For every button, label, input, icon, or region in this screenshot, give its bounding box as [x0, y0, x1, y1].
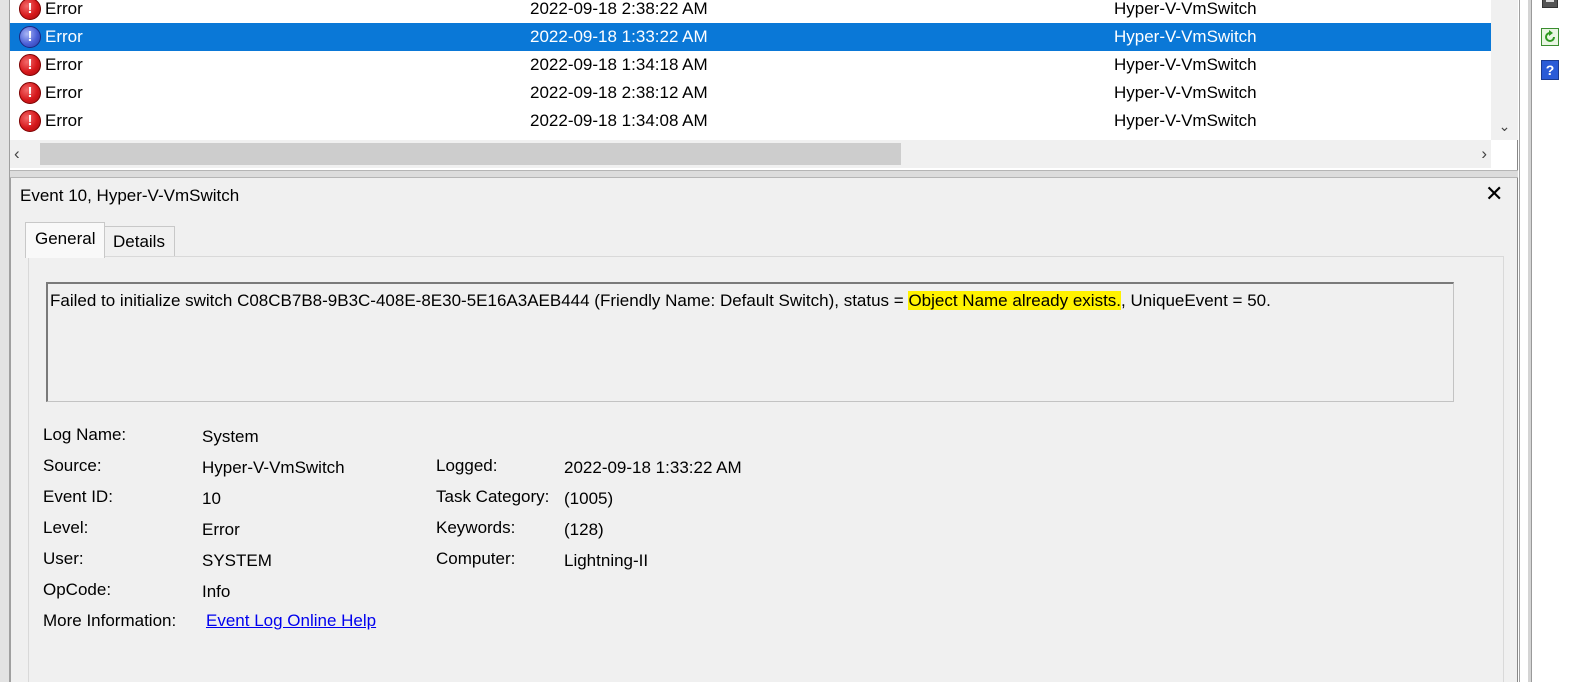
task-category-value: (1005) — [564, 489, 614, 508]
description-highlight: Object Name already exists. — [908, 291, 1122, 310]
event-id-label: Event ID: — [43, 487, 113, 506]
help-icon[interactable]: ? — [1541, 60, 1559, 80]
logged-label: Logged: — [436, 456, 498, 475]
event-source: Hyper-V-VmSwitch — [1114, 111, 1257, 130]
event-date: 2022-09-18 2:38:22 AM — [530, 0, 708, 18]
log-name-value: System — [202, 427, 259, 446]
actions-panel: ? — [1519, 0, 1585, 682]
user-value: SYSTEM — [202, 551, 272, 570]
event-level: Error — [45, 27, 83, 46]
opcode-value: Info — [202, 582, 231, 601]
event-level: Error — [45, 0, 83, 18]
tab-details[interactable]: Details — [103, 226, 175, 256]
pane-splitter[interactable] — [10, 170, 1518, 178]
event-row[interactable]: ! Error 2022-09-18 1:34:08 AM Hyper-V-Vm… — [10, 107, 1491, 135]
scroll-thumb[interactable] — [40, 143, 901, 165]
window-left-border — [0, 0, 10, 682]
actions-panel-border — [1528, 0, 1532, 682]
tab-general[interactable]: General — [25, 222, 106, 258]
more-info-label: More Information: — [43, 611, 177, 630]
event-date: 2022-09-18 1:34:08 AM — [530, 111, 708, 130]
error-icon: ! — [19, 0, 41, 20]
scroll-right-icon[interactable]: › — [1465, 140, 1487, 168]
computer-value: Lightning-II — [564, 551, 649, 570]
general-tab-body: Failed to initialize switch C08CB7B8-9B3… — [28, 256, 1504, 682]
event-level: Error — [45, 55, 83, 74]
level-value: Error — [202, 520, 240, 539]
event-list[interactable]: ! Error 2022-09-18 2:38:22 AM Hyper-V-Vm… — [10, 0, 1518, 170]
event-source: Hyper-V-VmSwitch — [1114, 27, 1257, 46]
task-category-label: Task Category: — [436, 487, 550, 506]
event-log-help-link[interactable]: Event Log Online Help — [206, 611, 376, 631]
logged-value: 2022-09-18 1:33:22 AM — [564, 458, 742, 477]
error-icon: ! — [19, 54, 41, 76]
event-source: Hyper-V-VmSwitch — [1114, 83, 1257, 102]
event-source: Hyper-V-VmSwitch — [1114, 55, 1257, 74]
detail-title: Event 10, Hyper-V-VmSwitch — [20, 186, 240, 205]
error-icon: ! — [19, 110, 41, 132]
event-level: Error — [45, 111, 83, 130]
opcode-label: OpCode: — [43, 580, 112, 599]
event-source: Hyper-V-VmSwitch — [1114, 0, 1257, 18]
source-value: Hyper-V-VmSwitch — [202, 458, 345, 477]
source-label: Source: — [43, 456, 102, 475]
event-row[interactable]: ! Error 2022-09-18 2:38:12 AM Hyper-V-Vm… — [10, 79, 1491, 107]
event-description[interactable]: Failed to initialize switch C08CB7B8-9B3… — [46, 282, 1454, 402]
close-icon[interactable]: ✕ — [1485, 182, 1503, 206]
event-id-value: 10 — [202, 489, 221, 508]
chevron-down-icon[interactable]: ⌄ — [1491, 118, 1518, 138]
vertical-scrollbar[interactable]: ⌄ — [1491, 0, 1518, 140]
error-icon: ! — [19, 82, 41, 104]
log-name-label: Log Name: — [43, 425, 127, 444]
computer-label: Computer: — [436, 549, 516, 568]
event-date: 2022-09-18 2:38:12 AM — [530, 83, 708, 102]
keywords-value: (128) — [564, 520, 604, 539]
event-detail-pane: Event 10, Hyper-V-VmSwitch ✕ General Det… — [10, 178, 1518, 682]
horizontal-scrollbar[interactable]: ‹ › — [10, 140, 1491, 168]
event-date: 2022-09-18 1:33:22 AM — [530, 27, 708, 46]
event-row[interactable]: ! Error 2022-09-18 1:34:18 AM Hyper-V-Vm… — [10, 51, 1491, 79]
event-date: 2022-09-18 1:34:18 AM — [530, 55, 708, 74]
description-text: Failed to initialize switch C08CB7B8-9B3… — [50, 291, 909, 310]
event-level: Error — [45, 83, 83, 102]
scroll-left-icon[interactable]: ‹ — [14, 140, 36, 168]
event-row-selected[interactable]: ! Error 2022-09-18 1:33:22 AM Hyper-V-Vm… — [10, 23, 1491, 51]
event-row[interactable]: ! Error 2022-09-18 2:38:22 AM Hyper-V-Vm… — [10, 0, 1491, 23]
user-label: User: — [43, 549, 84, 568]
description-text-end: , UniqueEvent = 50. — [1121, 291, 1271, 310]
error-icon: ! — [19, 26, 41, 48]
event-list-rows: ! Error 2022-09-18 2:38:22 AM Hyper-V-Vm… — [10, 0, 1491, 140]
refresh-icon[interactable] — [1541, 28, 1559, 46]
save-icon[interactable] — [1542, 0, 1558, 8]
keywords-label: Keywords: — [436, 518, 516, 537]
level-label: Level: — [43, 518, 89, 537]
